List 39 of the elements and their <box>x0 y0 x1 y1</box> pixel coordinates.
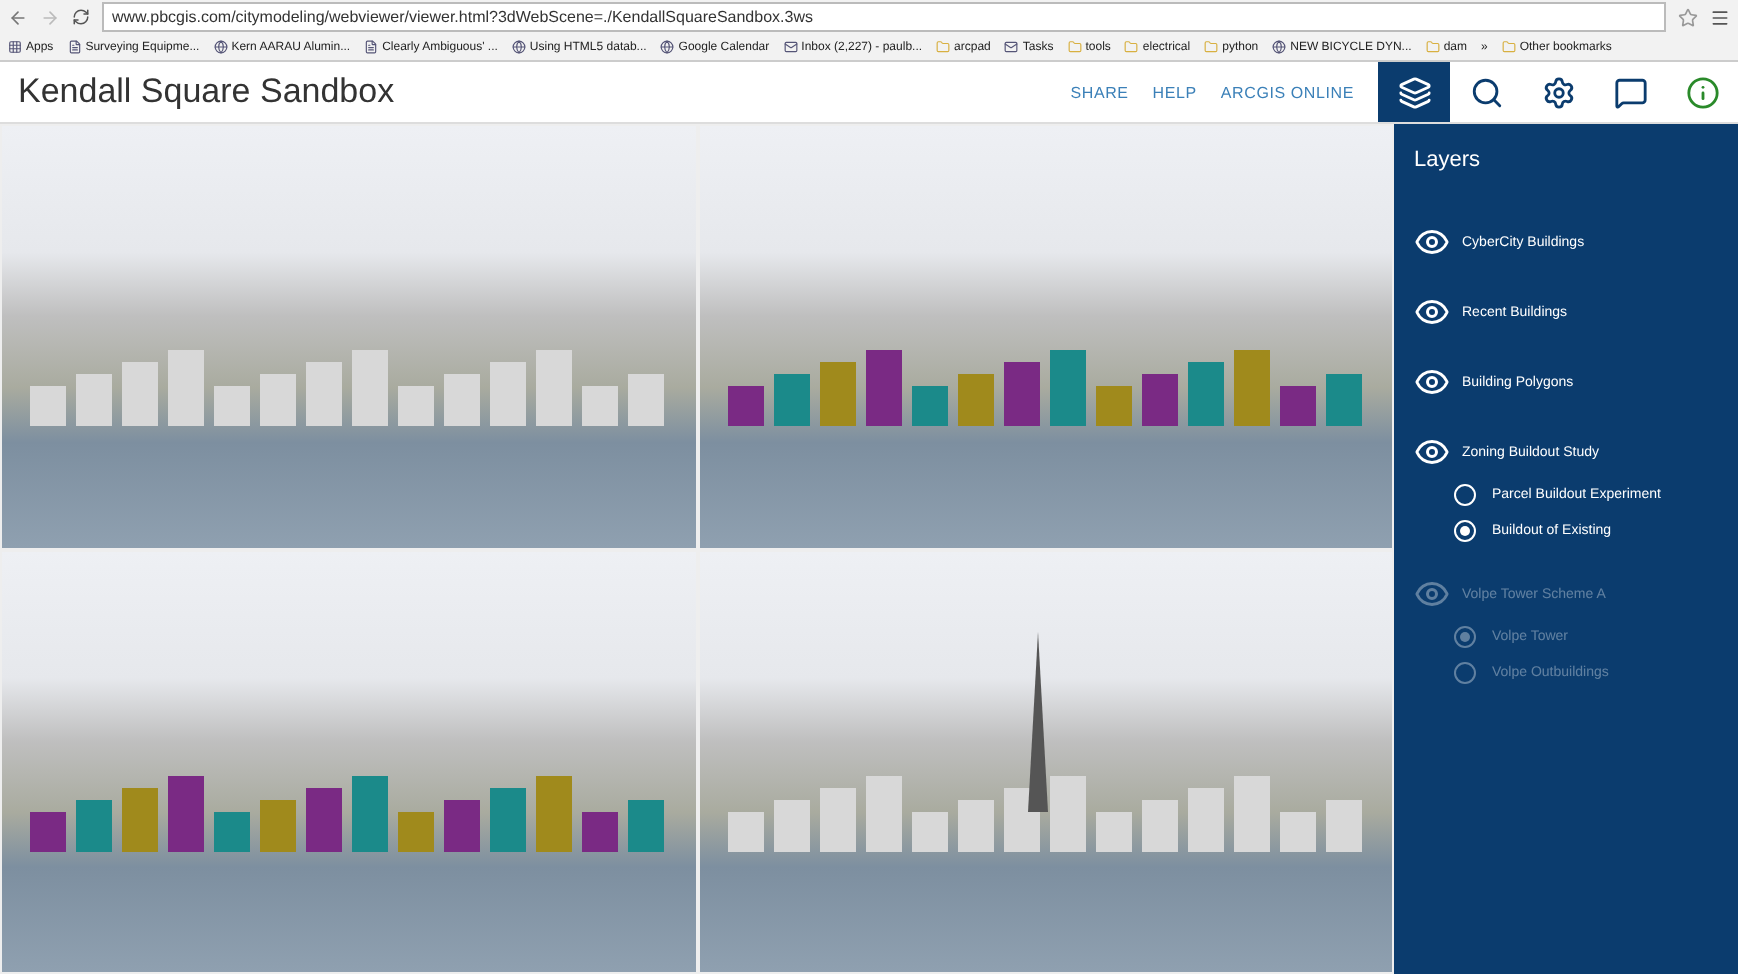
map-view[interactable] <box>697 124 1394 549</box>
address-field[interactable]: www.pbcgis.com/citymodeling/webviewer/viewer.html?3dWebScene=./KendallSquareSandbox.3ws <box>102 2 1666 32</box>
site-icon <box>511 40 526 54</box>
site-icon <box>1272 40 1287 54</box>
header-link[interactable]: SHARE <box>1070 83 1129 101</box>
menu-icon[interactable] <box>1710 7 1730 27</box>
settings-icon <box>1541 75 1575 109</box>
search-icon <box>1469 75 1503 109</box>
page-icon <box>67 40 82 54</box>
app-title: Kendall Square Sandbox <box>16 72 397 112</box>
mail-icon <box>1004 40 1019 54</box>
star-icon[interactable] <box>1678 7 1698 27</box>
page-icon <box>364 40 379 54</box>
radio-button[interactable] <box>1454 483 1476 505</box>
header-link[interactable]: ARCGIS ONLINE <box>1220 83 1354 101</box>
folder-icon <box>1204 40 1219 54</box>
apps-icon <box>8 40 22 54</box>
folder-icon <box>936 40 951 54</box>
map-view[interactable] <box>0 549 697 974</box>
info-icon <box>1685 75 1719 109</box>
folder-icon <box>1425 40 1440 54</box>
header-link[interactable]: HELP <box>1152 83 1197 101</box>
panel-title: Layers <box>1414 148 1483 172</box>
eye-icon[interactable] <box>1414 434 1450 470</box>
mail-icon <box>783 40 798 54</box>
folder-icon <box>1501 40 1516 54</box>
folder-icon <box>1124 40 1139 54</box>
eye-icon[interactable] <box>1414 294 1450 330</box>
site-icon <box>660 40 675 54</box>
eye-icon[interactable] <box>1414 364 1450 400</box>
reload-icon[interactable] <box>72 8 90 26</box>
radio-button[interactable] <box>1454 519 1476 541</box>
layers-tool-button[interactable] <box>1378 62 1450 122</box>
layers-icon <box>1397 75 1431 109</box>
eye-icon[interactable] <box>1414 224 1450 260</box>
folder-icon <box>1067 40 1082 54</box>
site-icon <box>213 40 228 54</box>
chat-icon <box>1613 75 1647 109</box>
back-icon[interactable] <box>8 7 28 27</box>
